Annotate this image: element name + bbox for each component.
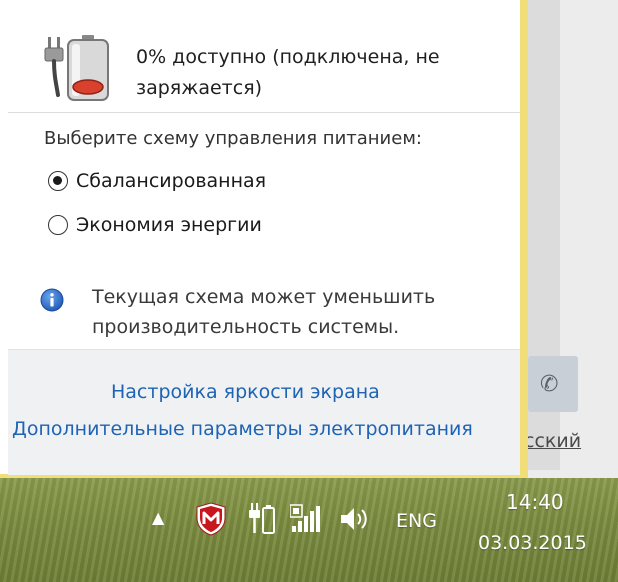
power-plan-option-balanced[interactable]: Сбалансированная: [48, 166, 266, 196]
clock-time[interactable]: 14:40: [506, 490, 564, 514]
separator: [8, 112, 520, 113]
radio-balanced[interactable]: [48, 171, 68, 191]
battery-status-text: 0% доступно (подключена, не заряжается): [136, 42, 496, 104]
screen-brightness-link[interactable]: Настройка яркости экрана: [111, 381, 380, 403]
background-window: ✆ сский: [520, 0, 618, 478]
battery-flyout: 0% доступно (подключена, не заряжается) …: [0, 0, 528, 482]
battery-plugged-icon: [44, 35, 109, 101]
input-language-indicator[interactable]: ENG: [396, 510, 437, 532]
volume-icon[interactable]: [338, 504, 370, 534]
info-icon: [40, 288, 64, 312]
network-signal-icon[interactable]: [290, 504, 322, 534]
advanced-power-settings-link[interactable]: Дополнительные параметры электропитания: [12, 418, 473, 440]
radio-power-saver-label: Экономия энергии: [76, 214, 262, 236]
clock-date[interactable]: 03.03.2015: [478, 532, 587, 554]
power-plan-notice: Текущая схема может уменьшить производит…: [92, 282, 502, 342]
show-hidden-icons-arrow[interactable]: ▲: [152, 508, 164, 527]
phone-icon: ✆: [540, 372, 559, 397]
notice-line-1: Текущая схема может уменьшить: [92, 286, 436, 308]
radio-power-saver[interactable]: [48, 215, 68, 235]
power-plan-heading: Выберите схему управления питанием:: [44, 128, 422, 149]
taskbar: ▲ ENG 14:40 03.03.2015: [0, 478, 618, 582]
flyout-footer: [8, 349, 520, 475]
battery-status-row: 0% доступно (подключена, не заряжается): [8, 8, 520, 101]
battery-status-line-1: 0% доступно (подключена, не: [136, 46, 440, 68]
mcafee-icon[interactable]: [195, 502, 227, 536]
radio-balanced-label: Сбалансированная: [76, 170, 267, 192]
notice-line-2: производительность системы.: [92, 316, 400, 338]
power-plan-option-power-saver[interactable]: Экономия энергии: [48, 210, 262, 240]
power-plugged-icon[interactable]: [248, 502, 276, 536]
background-language-link[interactable]: сский: [524, 430, 618, 452]
battery-status-line-2: заряжается): [136, 77, 263, 99]
